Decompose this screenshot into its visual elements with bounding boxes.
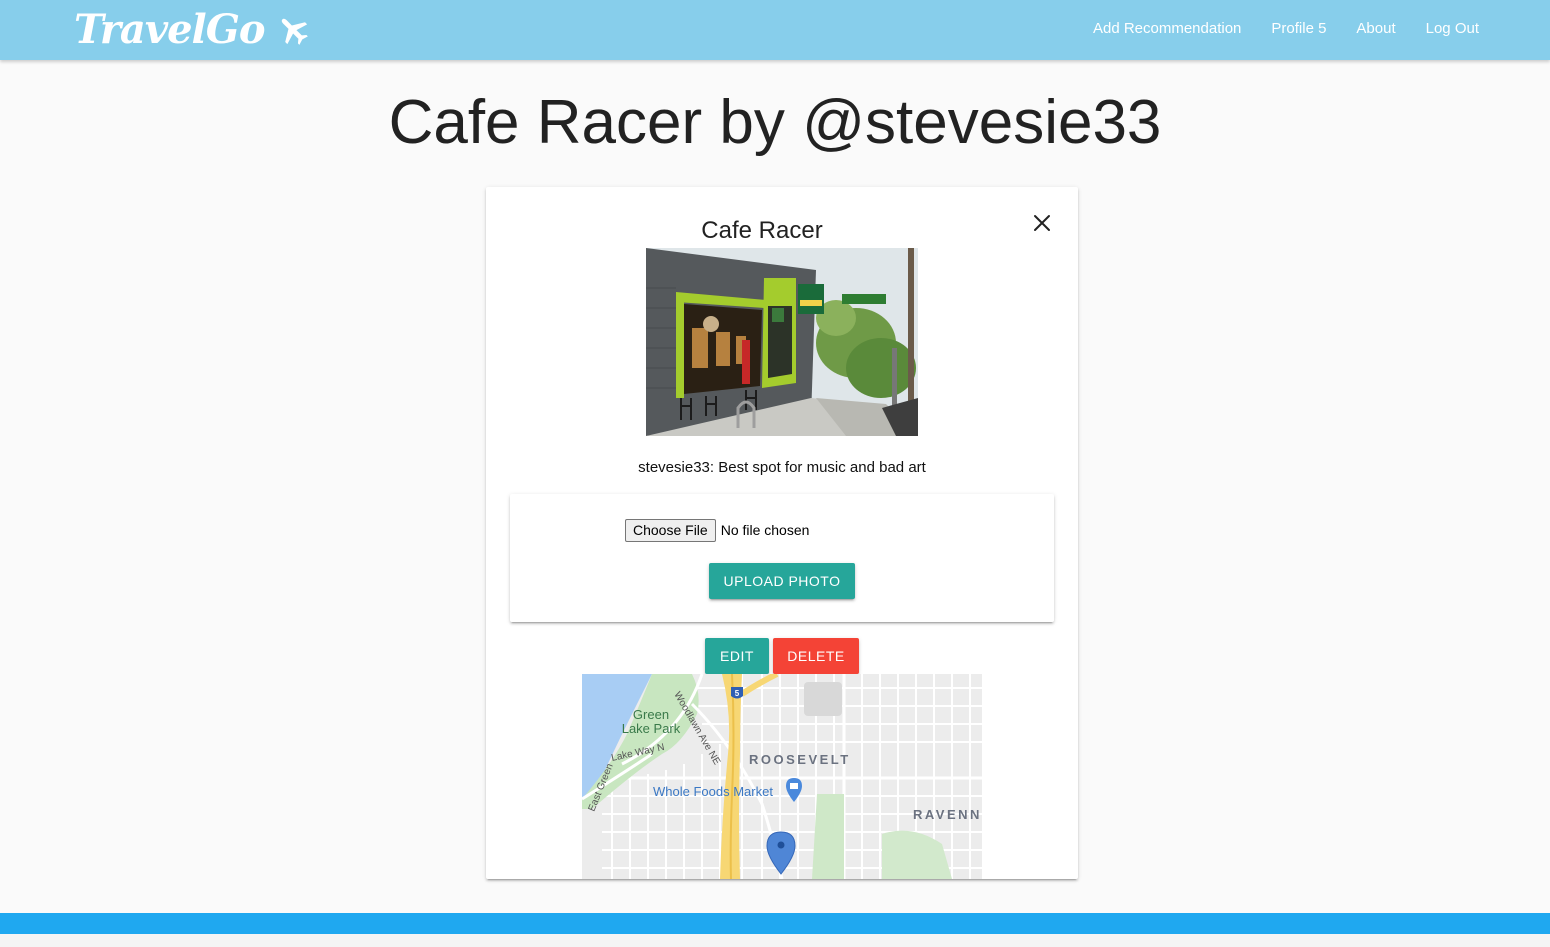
airplane-icon <box>275 12 311 48</box>
footer-bottom-strip <box>0 934 1550 947</box>
nav-add-recommendation[interactable]: Add Recommendation <box>1078 20 1256 37</box>
brand-name: TravelGo <box>74 6 266 53</box>
page-footer <box>0 913 1550 934</box>
recommendation-card: Cafe Racer stevesie33: Best spot for mus… <box>486 187 1078 879</box>
upload-photo-button[interactable]: UPLOAD PHOTO <box>709 563 855 599</box>
brand-logo[interactable]: TravelGo <box>74 4 311 56</box>
cafe-photo <box>646 248 918 436</box>
photo-caption: stevesie33: Best spot for music and bad … <box>638 459 926 476</box>
choose-file-button[interactable]: Choose File <box>625 518 716 542</box>
location-map[interactable]: 5 Green Lake Park Woodlawn Ave NE Lake W… <box>582 674 982 879</box>
edit-button[interactable]: EDIT <box>705 638 769 674</box>
top-navbar: TravelGo Add Recommendation Profile 5 Ab… <box>0 0 1550 60</box>
nav-links: Add Recommendation Profile 5 About Log O… <box>1078 0 1494 56</box>
page-title: Cafe Racer by @stevesie33 <box>388 88 1162 157</box>
upload-panel: Choose File No file chosen UPLOAD PHOTO <box>510 494 1054 622</box>
map-label-roosevelt: ROOSEVELT <box>749 752 851 767</box>
nav-profile[interactable]: Profile 5 <box>1256 20 1341 37</box>
map-label-park-1: Green <box>633 707 669 722</box>
card-title: Cafe Racer <box>701 217 823 244</box>
nav-log-out[interactable]: Log Out <box>1411 20 1494 37</box>
map-label-ravenna: RAVENN <box>913 807 982 822</box>
file-status: No file chosen <box>720 522 810 538</box>
file-input: Choose File No file chosen <box>625 518 809 542</box>
map-label-park-2: Lake Park <box>622 721 681 736</box>
nav-about[interactable]: About <box>1341 20 1410 37</box>
delete-button[interactable]: DELETE <box>773 638 859 674</box>
interstate-label: 5 <box>735 689 740 698</box>
map-label-whole-foods: Whole Foods Market <box>653 784 773 799</box>
